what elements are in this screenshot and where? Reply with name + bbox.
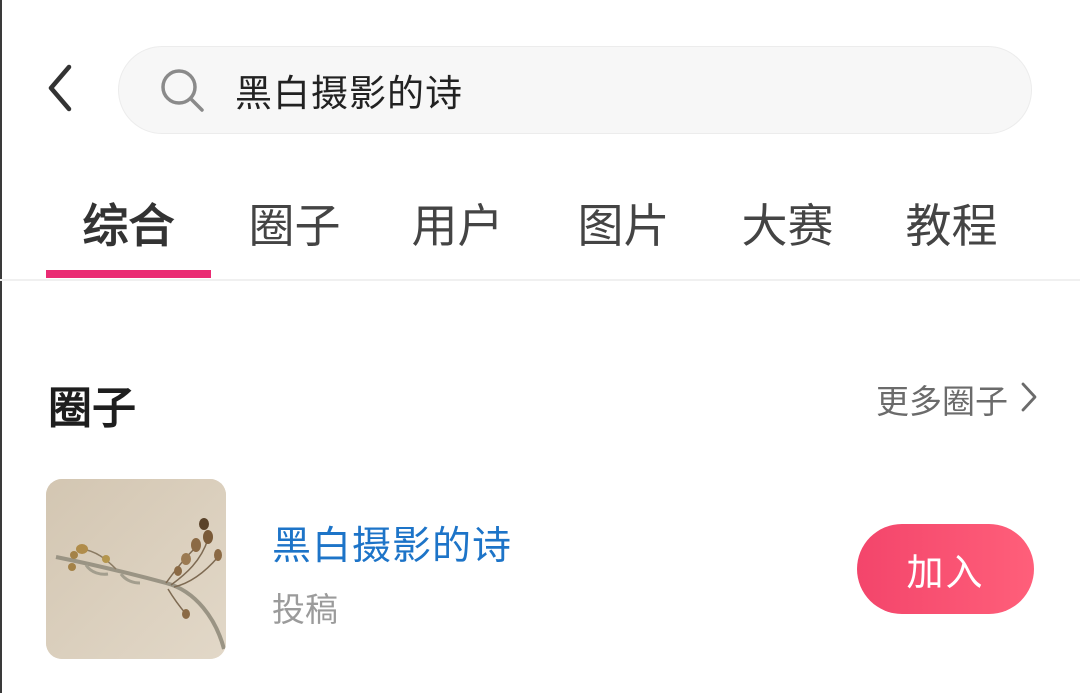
tab-tutorials[interactable]: 教程 <box>884 186 1019 266</box>
screen-edge <box>0 0 2 693</box>
search-input[interactable]: 黑白摄影的诗 <box>118 46 1032 134</box>
tab-circles[interactable]: 圈子 <box>227 186 362 266</box>
tab-contests[interactable]: 大赛 <box>720 186 855 266</box>
circle-thumbnail[interactable] <box>46 479 226 659</box>
active-tab-indicator <box>46 270 211 278</box>
tab-users[interactable]: 用户 <box>390 186 525 266</box>
chevron-left-icon <box>45 63 75 117</box>
search-query-text[interactable]: 黑白摄影的诗 <box>235 63 463 117</box>
chevron-right-icon <box>1020 381 1038 417</box>
circle-name[interactable]: 黑白摄影的诗 <box>272 515 512 571</box>
circle-list-item[interactable]: 黑白摄影的诗 投稿 加入 <box>46 479 1036 659</box>
more-circles-label: 更多圈子 <box>876 382 1008 421</box>
tab-bar: 综合 圈子 用户 图片 大赛 教程 <box>0 176 1080 280</box>
join-button[interactable]: 加入 <box>857 524 1034 614</box>
tab-images[interactable]: 图片 <box>556 186 691 266</box>
circle-subtitle: 投稿 <box>272 590 338 629</box>
back-button[interactable] <box>30 58 90 122</box>
section-title: 圈子 <box>48 383 136 434</box>
tab-comprehensive[interactable]: 综合 <box>46 186 211 266</box>
more-circles-link[interactable]: 更多圈子 <box>876 375 1038 423</box>
search-icon <box>157 65 207 115</box>
tab-divider <box>0 279 1080 281</box>
